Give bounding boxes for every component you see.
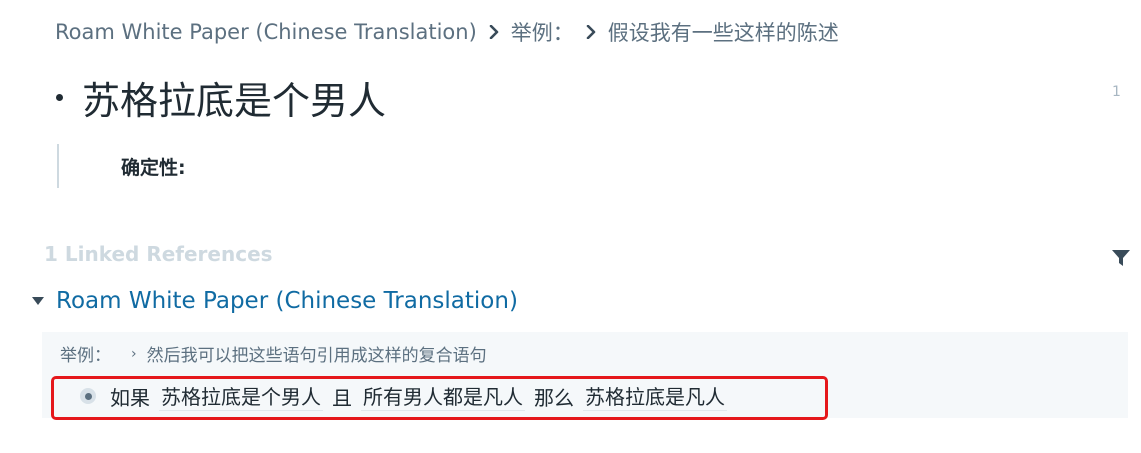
chevron-right-icon — [577, 20, 605, 44]
caret-down-icon[interactable] — [32, 297, 44, 305]
block-text-then: 那么 — [534, 385, 574, 410]
block-text-if: 如果 — [110, 385, 150, 410]
context-child[interactable]: 然后我可以把这些语句引用成这样的复合语句 — [147, 341, 487, 366]
context-parent[interactable]: 举例： — [60, 341, 111, 366]
page-title[interactable]: 苏格拉底是个男人 — [82, 74, 386, 128]
breadcrumb: Roam White Paper (Chinese Translation) 举… — [55, 16, 839, 48]
chevron-right-icon: › — [131, 345, 137, 362]
breadcrumb-item-statements[interactable]: 假设我有一些这样的陈述 — [608, 17, 839, 47]
attribute-label[interactable]: 确定性: — [121, 153, 186, 180]
page-title-row: 苏格拉底是个男人 — [52, 74, 386, 128]
reference-count[interactable]: 1 — [1112, 84, 1121, 100]
reference-block[interactable]: 如果 苏格拉底是个男人 且 所有男人都是凡人 那么 苏格拉底是凡人 — [78, 379, 736, 413]
bullet-icon[interactable] — [56, 93, 63, 101]
reference-group-header: Roam White Paper (Chinese Translation) — [30, 284, 518, 318]
linked-references-header: 1 Linked References — [44, 242, 273, 266]
breadcrumb-item-example[interactable]: 举例： — [511, 17, 574, 47]
attribute-indent-line — [57, 144, 59, 188]
block-text-and: 且 — [332, 385, 352, 410]
block-bullet-icon[interactable] — [80, 388, 96, 404]
reference-context-breadcrumb: 举例： › 然后我可以把这些语句引用成这样的复合语句 — [60, 341, 487, 367]
filter-icon[interactable] — [1110, 247, 1132, 269]
block-reference-1[interactable]: 苏格拉底是个男人 — [159, 381, 323, 411]
block-reference-2[interactable]: 所有男人都是凡人 — [361, 381, 525, 411]
chevron-right-icon — [480, 20, 508, 44]
block-reference-3[interactable]: 苏格拉底是凡人 — [583, 381, 727, 411]
block-bullet-dot — [84, 392, 92, 400]
reference-page-link[interactable]: Roam White Paper (Chinese Translation) — [56, 288, 518, 314]
breadcrumb-item-root[interactable]: Roam White Paper (Chinese Translation) — [55, 20, 477, 44]
